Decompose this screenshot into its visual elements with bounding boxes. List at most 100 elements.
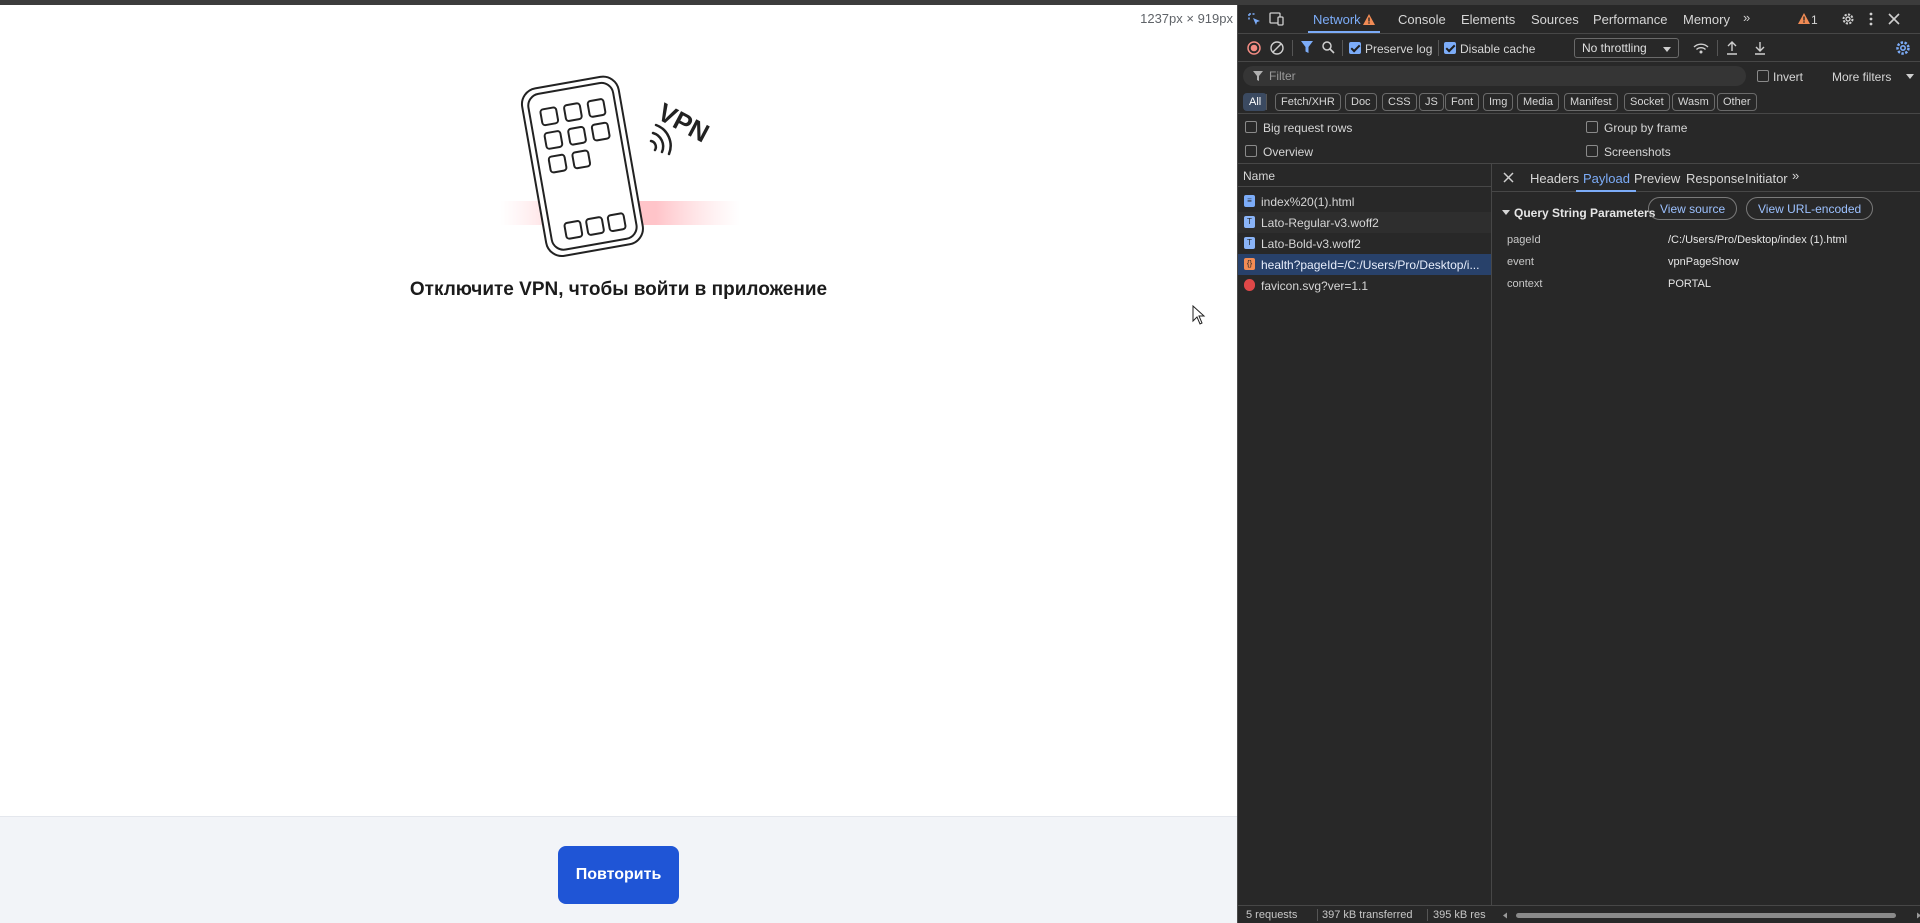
filter-funnel-icon [1253, 71, 1263, 81]
request-detail-pane: Headers Payload Preview Response Initiat… [1492, 164, 1920, 905]
bottom-action-bar: Повторить [0, 816, 1237, 923]
close-devtools-icon[interactable] [1888, 13, 1900, 25]
close-detail-icon[interactable] [1503, 172, 1514, 183]
active-tab-underline [1308, 31, 1380, 33]
more-filters-dropdown[interactable]: More filters [1832, 70, 1891, 84]
tab-headers[interactable]: Headers [1530, 171, 1579, 186]
tab-performance[interactable]: Performance [1593, 12, 1667, 27]
type-filter-js[interactable]: JS [1419, 93, 1444, 111]
network-settings-gear-icon[interactable] [1895, 40, 1911, 56]
param-value: vpnPageShow [1668, 256, 1739, 268]
tab-console[interactable]: Console [1398, 12, 1446, 27]
tab-initiator[interactable]: Initiator [1745, 171, 1788, 186]
type-filter-img[interactable]: Img [1483, 93, 1514, 111]
toolbar-separator [1266, 94, 1267, 110]
throttling-select[interactable]: No throttling [1574, 38, 1679, 58]
toolbar-separator [1438, 40, 1439, 56]
detail-horizontal-scrollbar[interactable] [1502, 911, 1920, 920]
request-row[interactable]: T Lato-Bold-v3.woff2 [1238, 233, 1491, 254]
view-url-encoded-button[interactable]: View URL-encoded [1746, 197, 1874, 220]
more-filters-caret-icon [1906, 74, 1914, 79]
filter-placeholder: Filter [1269, 69, 1296, 83]
transferred-size: 397 kB transferred [1322, 909, 1413, 921]
filter-funnel-icon[interactable] [1301, 41, 1313, 54]
type-filter-css[interactable]: CSS [1382, 93, 1417, 111]
preserve-log-checkbox[interactable] [1349, 42, 1361, 54]
stop-recording-icon[interactable] [1247, 41, 1261, 55]
type-filter-wasm[interactable]: Wasm [1672, 93, 1715, 111]
param-key: event [1507, 256, 1534, 268]
overview-label: Overview [1263, 145, 1314, 159]
type-filter-media[interactable]: Media [1517, 93, 1559, 111]
big-request-rows-label: Big request rows [1263, 121, 1353, 135]
tab-sources[interactable]: Sources [1531, 12, 1579, 27]
network-status-bar: 5 requests 397 kB transferred 395 kB res [1238, 905, 1920, 923]
issues-warning-icon[interactable] [1798, 13, 1810, 24]
disable-cache-checkbox[interactable] [1444, 42, 1456, 54]
tab-network[interactable]: Network [1313, 12, 1361, 27]
request-row[interactable]: T Lato-Regular-v3.woff2 [1238, 212, 1491, 233]
type-filter-manifest[interactable]: Manifest [1564, 93, 1618, 111]
type-filter-doc[interactable]: Doc [1345, 93, 1377, 111]
inspect-element-icon[interactable] [1247, 12, 1261, 26]
more-detail-tabs-chevron-icon[interactable]: » [1792, 168, 1799, 183]
tab-response[interactable]: Response [1686, 171, 1745, 186]
request-name: favicon.svg?ver=1.1 [1261, 279, 1369, 293]
group-by-frame-checkbox[interactable] [1586, 121, 1598, 133]
big-request-rows-checkbox[interactable] [1245, 121, 1257, 133]
request-name: Lato-Bold-v3.woff2 [1261, 237, 1361, 251]
status-separator [1317, 909, 1318, 921]
issues-count[interactable]: 1 [1811, 13, 1818, 27]
type-filter-all[interactable]: All [1243, 93, 1268, 111]
network-options: Big request rows Group by frame Overview… [1238, 114, 1920, 164]
expand-triangle-icon [1502, 210, 1510, 215]
filter-row: Filter Invert More filters [1238, 62, 1920, 90]
param-key: pageId [1507, 234, 1541, 246]
font-file-icon: T [1244, 237, 1255, 249]
clear-log-icon[interactable] [1270, 41, 1284, 55]
tab-preview[interactable]: Preview [1634, 171, 1680, 186]
overview-checkbox[interactable] [1245, 145, 1257, 157]
query-string-section-header[interactable]: Query String Parameters [1502, 206, 1655, 220]
filter-input[interactable]: Filter [1243, 66, 1746, 86]
toolbar-separator [1292, 40, 1293, 56]
request-row[interactable]: favicon.svg?ver=1.1 [1238, 275, 1491, 296]
export-har-download-icon[interactable] [1754, 41, 1766, 55]
more-tabs-chevron-icon[interactable]: » [1743, 10, 1750, 25]
device-toolbar-icon[interactable] [1269, 12, 1285, 26]
type-filter-font[interactable]: Font [1445, 93, 1480, 111]
import-har-upload-icon[interactable] [1726, 41, 1738, 55]
type-filter-socket[interactable]: Socket [1624, 93, 1670, 111]
mouse-cursor-icon [1192, 305, 1206, 325]
font-file-icon: T [1244, 216, 1255, 228]
screenshots-checkbox[interactable] [1586, 145, 1598, 157]
retry-button[interactable]: Повторить [558, 846, 679, 904]
network-toolbar: Preserve log Disable cache No throttling [1238, 34, 1920, 62]
tab-payload[interactable]: Payload [1583, 171, 1630, 186]
request-row[interactable]: ≡ index%20(1).html [1238, 191, 1491, 212]
request-name: Lato-Regular-v3.woff2 [1261, 216, 1379, 230]
resources-size: 395 kB res [1433, 909, 1486, 921]
request-row-selected[interactable]: {} health?pageId=/C:/Users/Pro/Desktop/i.… [1238, 254, 1491, 275]
name-column-header[interactable]: Name [1238, 164, 1491, 187]
invert-checkbox[interactable] [1757, 70, 1769, 82]
section-title: Query String Parameters [1514, 206, 1656, 220]
search-icon[interactable] [1322, 41, 1335, 54]
dropdown-caret-icon [1663, 47, 1671, 52]
network-conditions-wifi-icon[interactable] [1693, 42, 1709, 54]
document-file-icon: ≡ [1244, 195, 1255, 207]
toolbar-separator [1717, 40, 1718, 56]
tab-elements[interactable]: Elements [1461, 12, 1515, 27]
param-value: /C:/Users/Pro/Desktop/index (1).html [1668, 234, 1848, 246]
request-name: index%20(1).html [1261, 195, 1355, 209]
tab-memory[interactable]: Memory [1683, 12, 1730, 27]
detail-tabbar: Headers Payload Preview Response Initiat… [1492, 164, 1920, 192]
type-filter-other[interactable]: Other [1717, 93, 1757, 111]
status-separator [1427, 909, 1428, 921]
more-options-kebab-icon[interactable] [1869, 12, 1873, 26]
vpn-disable-message: Отключите VPN, чтобы войти в приложение [409, 279, 828, 300]
type-filter-fetch-xhr[interactable]: Fetch/XHR [1275, 93, 1341, 111]
settings-gear-icon[interactable] [1841, 12, 1855, 26]
view-source-button[interactable]: View source [1648, 197, 1738, 220]
request-name: health?pageId=/C:/Users/Pro/Desktop/i... [1261, 258, 1480, 272]
